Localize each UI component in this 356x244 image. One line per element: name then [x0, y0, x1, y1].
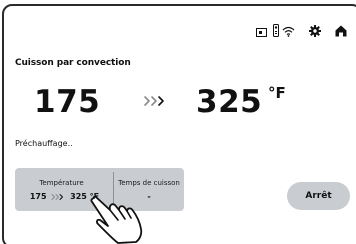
temperature-unit: °F	[268, 84, 286, 102]
remote-icon	[273, 22, 279, 41]
temperature-target-value: 325	[70, 192, 87, 201]
wifi-icon	[282, 22, 295, 41]
gear-icon[interactable]	[309, 22, 321, 41]
status-bar	[256, 22, 347, 40]
progress-arrows-icon	[142, 92, 168, 110]
mini-progress-arrows-icon	[51, 193, 65, 201]
home-icon[interactable]	[335, 22, 347, 41]
temperature-display: 175 325 °F	[34, 82, 334, 122]
stop-button[interactable]: Arrêt	[287, 182, 350, 210]
preheat-status: Préchauffage..	[15, 139, 73, 148]
temperature-label: Température	[39, 179, 84, 187]
temperature-current-value: 175	[29, 192, 47, 201]
cook-time-label: Temps de cuisson	[118, 179, 180, 187]
pointing-hand-icon	[88, 195, 146, 244]
cooking-mode-title: Cuisson par convection	[15, 58, 131, 68]
target-temperature: 325	[196, 84, 263, 120]
card-icon	[256, 22, 267, 41]
current-temperature: 175	[34, 84, 101, 120]
